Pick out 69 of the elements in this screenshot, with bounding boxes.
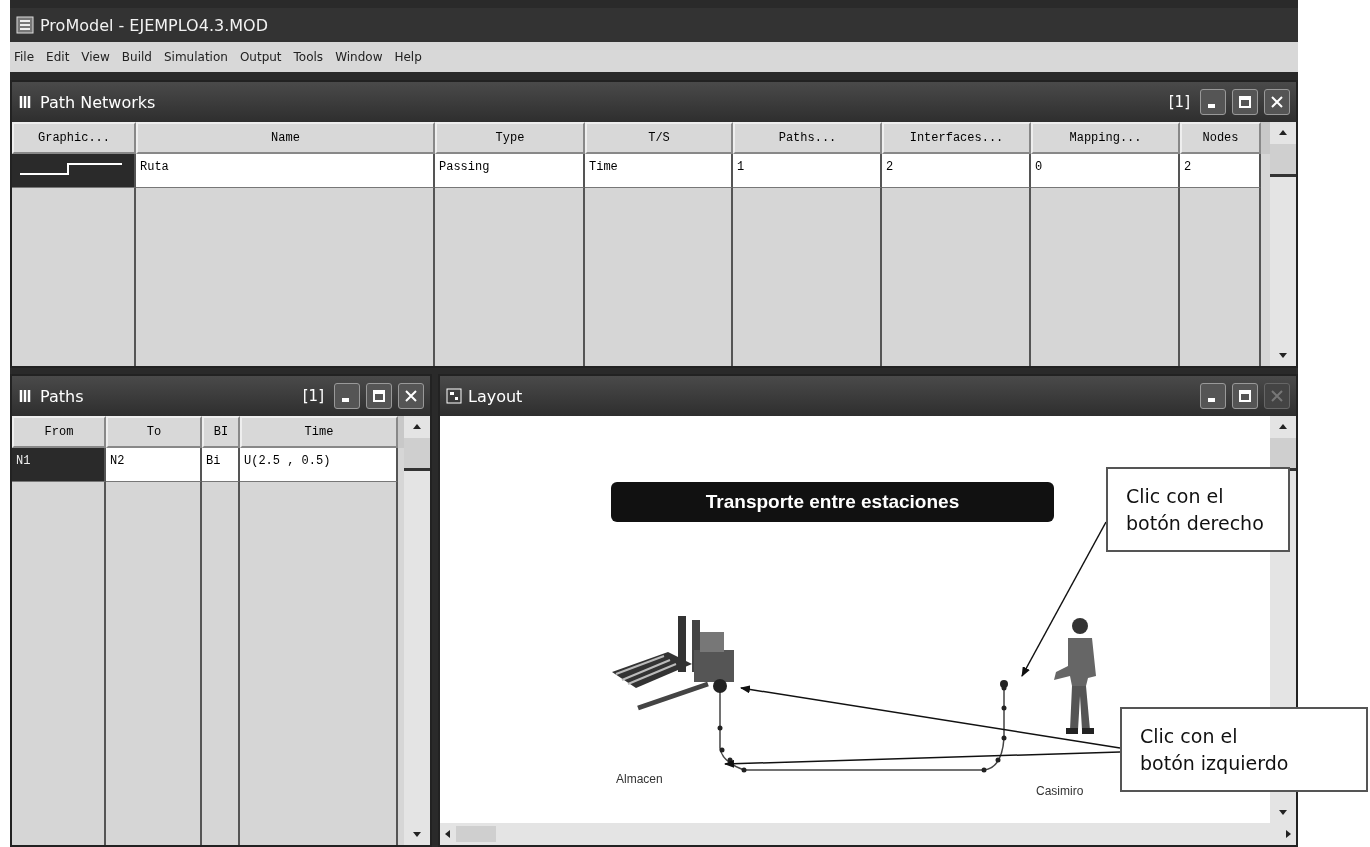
- menu-item[interactable]: View: [81, 50, 110, 64]
- scroll-thumb[interactable]: [404, 438, 430, 471]
- menu-item[interactable]: Edit: [46, 50, 70, 64]
- close-icon: [1270, 95, 1284, 109]
- minimize-icon: [1207, 398, 1215, 402]
- menu-item[interactable]: Build: [121, 50, 152, 64]
- vertical-scrollbar[interactable]: [404, 416, 430, 845]
- menu-item[interactable]: Tools: [293, 50, 324, 64]
- close-button[interactable]: [398, 383, 424, 409]
- minimize-icon: [341, 398, 349, 402]
- maximize-button[interactable]: [366, 383, 392, 409]
- panel-title: Path Networks: [40, 92, 156, 112]
- column-header[interactable]: Nodes: [1180, 122, 1261, 154]
- table-cell: 2: [882, 154, 1031, 188]
- menu-item[interactable]: Output: [239, 50, 282, 64]
- column-header[interactable]: BI: [202, 416, 240, 448]
- window-title: ProModel - EJEMPLO4.3.MOD: [40, 15, 268, 35]
- column-header[interactable]: T/S: [585, 122, 733, 154]
- location-label: Casimiro: [1036, 784, 1084, 798]
- column-header[interactable]: Interfaces...: [882, 122, 1031, 154]
- callout-note: Clic con el botón derecho: [1106, 467, 1290, 553]
- horizontal-scrollbar[interactable]: [440, 823, 1296, 845]
- layout-banner: Transporte entre estaciones: [611, 482, 1054, 522]
- maximize-button[interactable]: [1232, 383, 1258, 409]
- column-header[interactable]: Type: [435, 122, 585, 154]
- column-header[interactable]: Mapping...: [1031, 122, 1180, 154]
- table-cell[interactable]: U(2.5 , 0.5): [240, 448, 398, 482]
- maximize-icon: [1238, 389, 1252, 403]
- table-cell[interactable]: N1: [12, 448, 106, 482]
- panel-title: Paths: [40, 386, 84, 406]
- layout-icon: [446, 388, 462, 404]
- vertical-scrollbar[interactable]: [1270, 122, 1296, 366]
- column-header[interactable]: Graphic...: [12, 122, 136, 154]
- record-count: [1]: [302, 387, 324, 405]
- menu-item[interactable]: Help: [394, 50, 422, 64]
- menu-item[interactable]: Simulation: [163, 50, 228, 64]
- record-count: [1]: [1168, 93, 1190, 111]
- table-cell[interactable]: N2: [106, 448, 202, 482]
- close-button[interactable]: [1264, 89, 1290, 115]
- minimize-icon: [1207, 104, 1215, 108]
- table-cell[interactable]: Bi: [202, 448, 240, 482]
- menu-item[interactable]: File: [14, 50, 35, 64]
- table-cell: 0: [1031, 154, 1180, 188]
- close-icon: [1270, 389, 1284, 403]
- callout-note: Clic con el botón izquierdo: [1120, 707, 1368, 793]
- table-cell: 1: [733, 154, 882, 188]
- panel-title: Layout: [468, 386, 523, 406]
- table-cell: Ruta: [136, 154, 435, 188]
- maximize-button[interactable]: [1232, 89, 1258, 115]
- close-icon: [404, 389, 418, 403]
- scroll-thumb[interactable]: [1270, 438, 1296, 471]
- maximize-icon: [1238, 95, 1252, 109]
- app-icon: [16, 16, 34, 34]
- table-cell: Time: [585, 154, 733, 188]
- path-graphic-cell[interactable]: [12, 154, 136, 188]
- minimize-button[interactable]: [1200, 383, 1226, 409]
- minimize-button[interactable]: [334, 383, 360, 409]
- maximize-icon: [372, 389, 386, 403]
- column-header[interactable]: Name: [136, 122, 435, 154]
- column-header[interactable]: Paths...: [733, 122, 882, 154]
- location-label: Almacen: [616, 772, 663, 786]
- column-header[interactable]: From: [12, 416, 106, 448]
- table-cell: Passing: [435, 154, 585, 188]
- menu-item[interactable]: Window: [335, 50, 383, 64]
- column-header[interactable]: Time: [240, 416, 398, 448]
- table-cell: 2: [1180, 154, 1261, 188]
- scroll-thumb[interactable]: [1270, 144, 1296, 177]
- column-header[interactable]: To: [106, 416, 202, 448]
- minimize-button[interactable]: [1200, 89, 1226, 115]
